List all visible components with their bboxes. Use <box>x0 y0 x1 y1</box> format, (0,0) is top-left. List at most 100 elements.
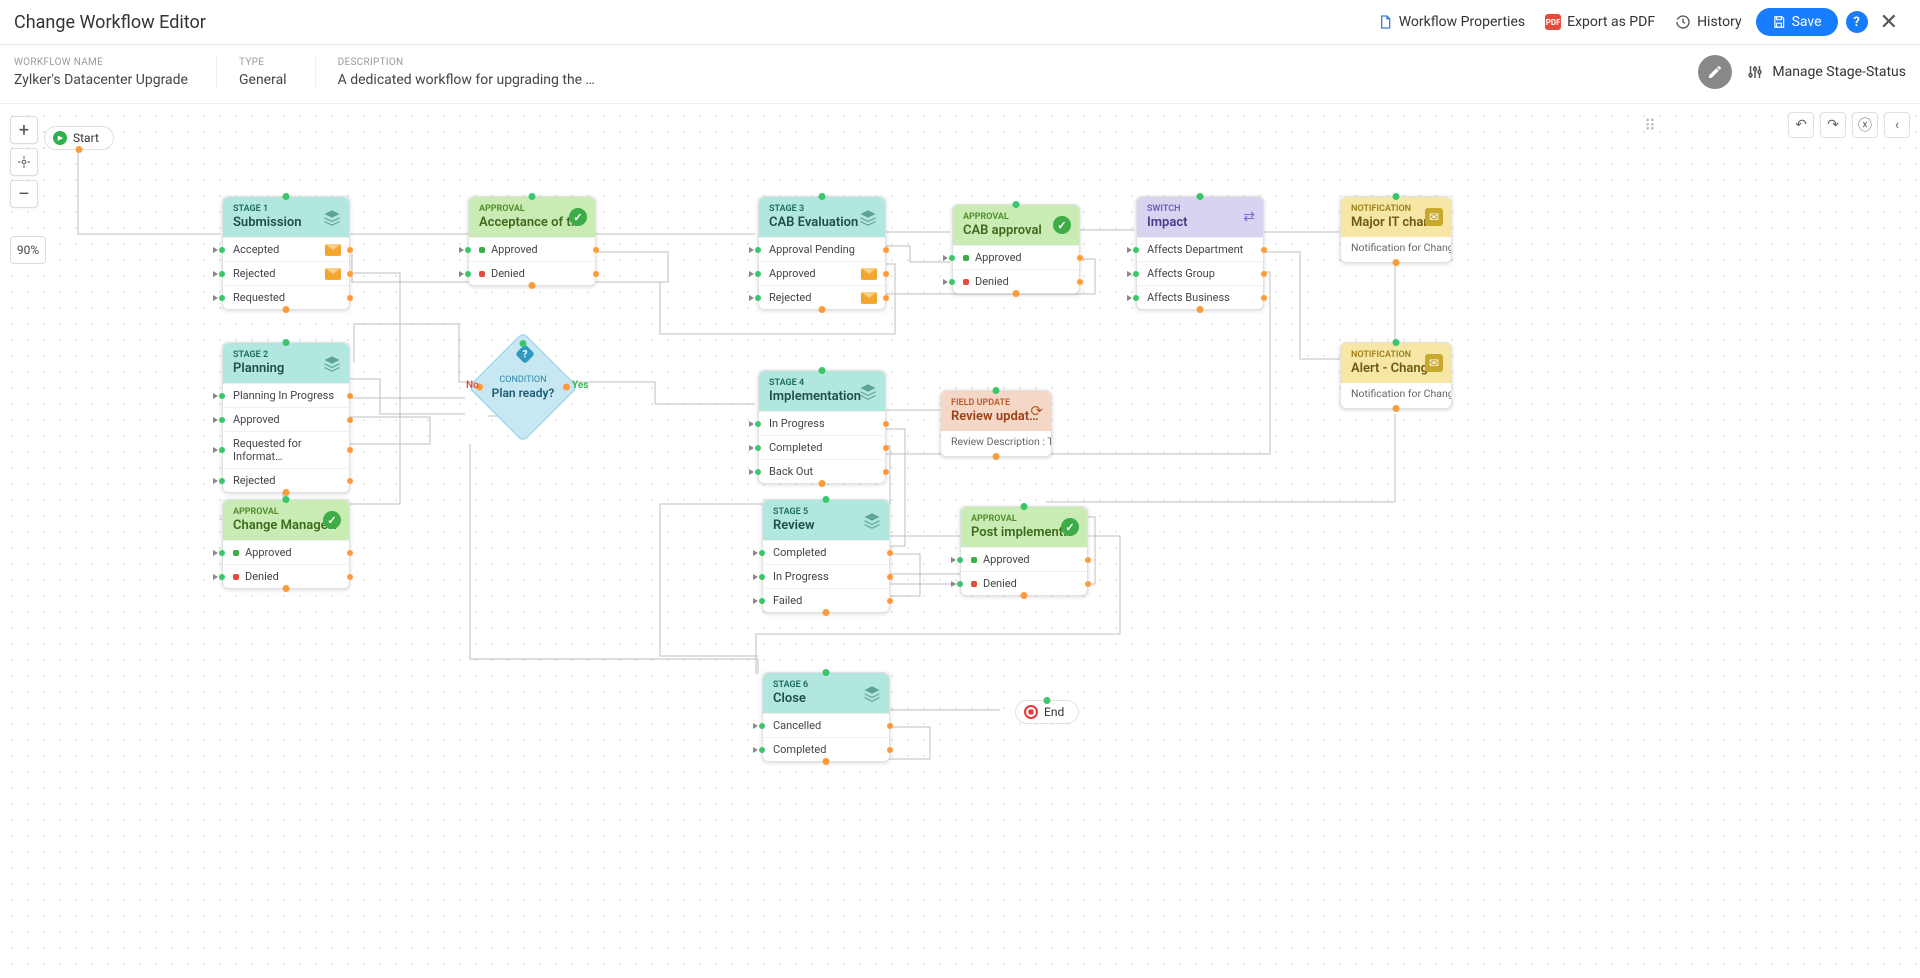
zoom-fit-button[interactable] <box>10 148 38 176</box>
status-label: In Progress <box>769 417 825 430</box>
stage1-node[interactable]: STAGE 1Submission AcceptedRejectedReques… <box>222 196 350 310</box>
status-label: Denied <box>245 570 279 583</box>
status-label: Accepted <box>233 243 279 256</box>
drag-handle-icon[interactable]: ⠿ <box>1640 112 1662 138</box>
mail-icon <box>861 292 877 304</box>
zoom-out-button[interactable]: – <box>10 180 38 208</box>
type-label: TYPE <box>239 57 287 68</box>
meta-bar: WORKFLOW NAME Zylker's Datacenter Upgrad… <box>0 45 1920 104</box>
status-label: Approved <box>975 251 1022 264</box>
status-row[interactable]: Completed <box>763 540 889 564</box>
layers-icon <box>323 354 341 372</box>
play-icon <box>53 131 67 145</box>
status-row[interactable]: Approved <box>469 237 595 261</box>
condition-no-label: No <box>466 380 479 391</box>
mail-icon <box>1425 354 1443 372</box>
stop-icon <box>1024 705 1038 719</box>
status-label: Denied <box>975 275 1009 288</box>
status-row[interactable]: Affects Department <box>1137 237 1263 261</box>
start-node[interactable]: Start <box>44 126 114 150</box>
status-label: Cancelled <box>773 719 821 732</box>
status-row[interactable]: In Progress <box>759 411 885 435</box>
status-row[interactable]: Approved <box>223 407 349 431</box>
approval-cab-node[interactable]: APPROVALCAB approval ApprovedDenied <box>952 204 1080 294</box>
history-button[interactable]: History <box>1665 10 1752 34</box>
crosshair-icon <box>17 155 31 169</box>
status-label: Approved <box>491 243 538 256</box>
stage2-node[interactable]: STAGE 2Planning Planning In ProgressAppr… <box>222 342 350 493</box>
status-label: Back Out <box>769 465 813 478</box>
approval-post-impl-node[interactable]: APPROVALPost implementat… ApprovedDenied <box>960 506 1088 596</box>
stage5-node[interactable]: STAGE 5Review CompletedIn ProgressFailed <box>762 499 890 613</box>
layers-icon <box>859 208 877 226</box>
status-label: Affects Business <box>1147 291 1230 304</box>
status-label: Requested <box>233 291 285 304</box>
status-row[interactable]: Planning In Progress <box>223 383 349 407</box>
status-row[interactable]: Requested for Informat… <box>223 431 349 468</box>
check-icon <box>569 208 587 226</box>
status-label: Failed <box>773 594 802 607</box>
mail-icon <box>325 268 341 280</box>
approval-cm-node[interactable]: APPROVALChange Manager's… ApprovedDenied <box>222 499 350 589</box>
status-label: Planning In Progress <box>233 389 334 402</box>
status-label: Rejected <box>233 474 275 487</box>
check-icon <box>1053 216 1071 234</box>
notification1-node[interactable]: NOTIFICATIONMajor IT change Notification… <box>1340 196 1452 263</box>
status-label: Affects Group <box>1147 267 1215 280</box>
status-row[interactable]: Approved <box>961 547 1087 571</box>
stage6-node[interactable]: STAGE 6Close CancelledCompleted <box>762 672 890 762</box>
status-row[interactable]: Cancelled <box>763 713 889 737</box>
workflow-name-value: Zylker's Datacenter Upgrade <box>14 72 188 88</box>
status-label: Approved <box>769 267 816 280</box>
status-row[interactable]: Affects Group <box>1137 261 1263 285</box>
notification2-node[interactable]: NOTIFICATIONAlert - Change in … Notifica… <box>1340 342 1452 409</box>
condition-yes-label: Yes <box>572 380 588 391</box>
status-label: Affects Department <box>1147 243 1243 256</box>
status-label: Completed <box>769 441 822 454</box>
workflow-name-label: WORKFLOW NAME <box>14 57 188 68</box>
status-label: Approved <box>245 546 292 559</box>
end-node[interactable]: End <box>1015 700 1079 724</box>
status-row[interactable]: Approval Pending <box>759 237 885 261</box>
approval-acceptance-node[interactable]: APPROVALAcceptance of the… ApprovedDenie… <box>468 196 596 286</box>
export-pdf-button[interactable]: PDF Export as PDF <box>1535 10 1665 34</box>
status-row[interactable]: Accepted <box>223 237 349 261</box>
switch-icon: ⇄ <box>1243 209 1255 225</box>
document-icon <box>1377 14 1393 30</box>
status-label: Rejected <box>233 267 275 280</box>
sliders-icon <box>1746 63 1764 81</box>
check-icon <box>1061 518 1079 536</box>
description-label: DESCRIPTION <box>338 57 595 68</box>
status-row[interactable]: Approved <box>759 261 885 285</box>
workflow-canvas[interactable]: + – 90% ⠿ ↶ ↷ ⓧ ‹ <box>0 104 1920 978</box>
stage3-node[interactable]: STAGE 3CAB Evaluation Approval PendingAp… <box>758 196 886 310</box>
layers-icon <box>863 684 881 702</box>
zoom-in-button[interactable]: + <box>10 116 38 144</box>
mail-icon <box>1425 208 1443 226</box>
layers-icon <box>323 208 341 226</box>
zoom-panel: + – 90% <box>10 116 46 264</box>
status-row[interactable]: Approved <box>223 540 349 564</box>
save-button[interactable]: Save <box>1756 8 1838 36</box>
history-icon <box>1675 14 1691 30</box>
switch-node[interactable]: SWITCHImpact⇄ Affects DepartmentAffects … <box>1136 196 1264 310</box>
edit-button[interactable] <box>1698 55 1732 89</box>
undo-button[interactable]: ↶ <box>1788 112 1814 138</box>
close-button[interactable]: ✕ <box>1872 10 1906 35</box>
clear-button[interactable]: ⓧ <box>1852 112 1878 138</box>
layers-icon <box>859 382 877 400</box>
redo-button[interactable]: ↷ <box>1820 112 1846 138</box>
stage4-node[interactable]: STAGE 4Implementation In ProgressComplet… <box>758 370 886 484</box>
status-row[interactable]: Completed <box>759 435 885 459</box>
status-label: Completed <box>773 743 826 756</box>
condition-node[interactable]: CONDITIONPlan ready? <box>478 342 568 432</box>
mail-icon <box>325 244 341 256</box>
manage-stage-status-button[interactable]: Manage Stage-Status <box>1746 63 1906 81</box>
status-row[interactable]: Approved <box>953 245 1079 269</box>
help-button[interactable]: ? <box>1846 11 1868 33</box>
collapse-panel-button[interactable]: ‹ <box>1884 112 1910 138</box>
status-row[interactable]: Rejected <box>223 261 349 285</box>
field-update-node[interactable]: FIELD UPDATEReview updates⟳ Review Descr… <box>940 390 1052 457</box>
status-row[interactable]: In Progress <box>763 564 889 588</box>
workflow-properties-button[interactable]: Workflow Properties <box>1367 10 1535 34</box>
